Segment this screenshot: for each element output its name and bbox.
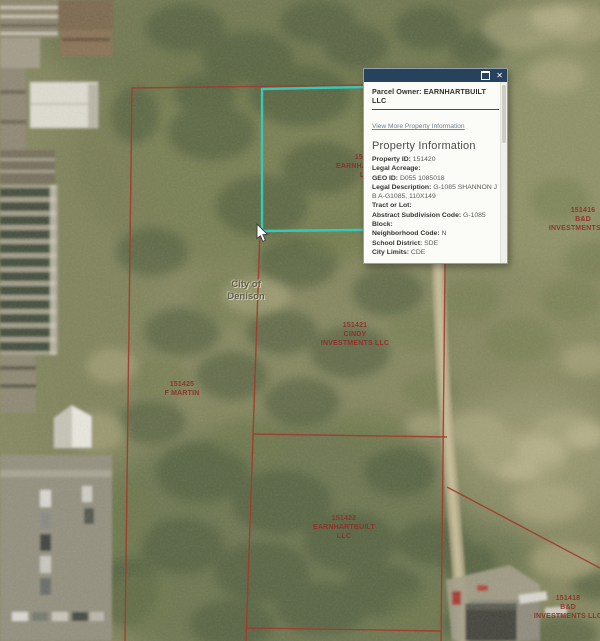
close-icon[interactable]: ✕ bbox=[496, 72, 503, 80]
grain-overlay bbox=[0, 0, 600, 641]
maximize-icon[interactable] bbox=[481, 71, 490, 80]
view-more-property-info-link[interactable]: View More Property Information bbox=[372, 123, 465, 130]
popup-body: Parcel Owner: EARNHARTBUILT LLC View Mor… bbox=[364, 82, 507, 264]
field-legal-acreage: Legal Acreage: bbox=[372, 164, 499, 173]
scrollbar-thumb[interactable] bbox=[502, 85, 506, 143]
parcel-owner-line: Parcel Owner: EARNHARTBUILT LLC bbox=[372, 87, 499, 105]
city-boundary-label: City of Denison bbox=[209, 279, 283, 303]
field-geo-id: GEO ID: D055 1085018 bbox=[372, 174, 499, 183]
property-information-title: Property Information bbox=[372, 140, 499, 152]
field-school-district: School District: SDE bbox=[372, 239, 499, 248]
field-legal-description: Legal Description: G-1085 SHANNON J B A-… bbox=[372, 183, 499, 202]
field-block: Block: bbox=[372, 220, 499, 229]
field-abstract-subdivision-code: Abstract Subdivision Code: G-1085 bbox=[372, 211, 499, 220]
field-city-limits: City Limits: CDE bbox=[372, 248, 499, 257]
parcel-info-popup: ✕ Parcel Owner: EARNHARTBUILT LLC View M… bbox=[363, 68, 508, 264]
field-tract-or-lot: Tract or Lot: bbox=[372, 201, 499, 210]
popup-scrollbar[interactable] bbox=[500, 82, 507, 263]
gis-map-viewer: 151420 EARNHARTBUILT LLC 151421 CINDY IN… bbox=[0, 0, 600, 641]
divider bbox=[372, 109, 499, 110]
field-neighborhood-code: Neighborhood Code: N bbox=[372, 229, 499, 238]
field-property-id: Property ID: 151420 bbox=[372, 155, 499, 164]
popup-titlebar: ✕ bbox=[364, 69, 507, 82]
aerial-map[interactable] bbox=[0, 0, 600, 641]
property-fields: Property ID: 151420 Legal Acreage: GEO I… bbox=[372, 155, 499, 257]
